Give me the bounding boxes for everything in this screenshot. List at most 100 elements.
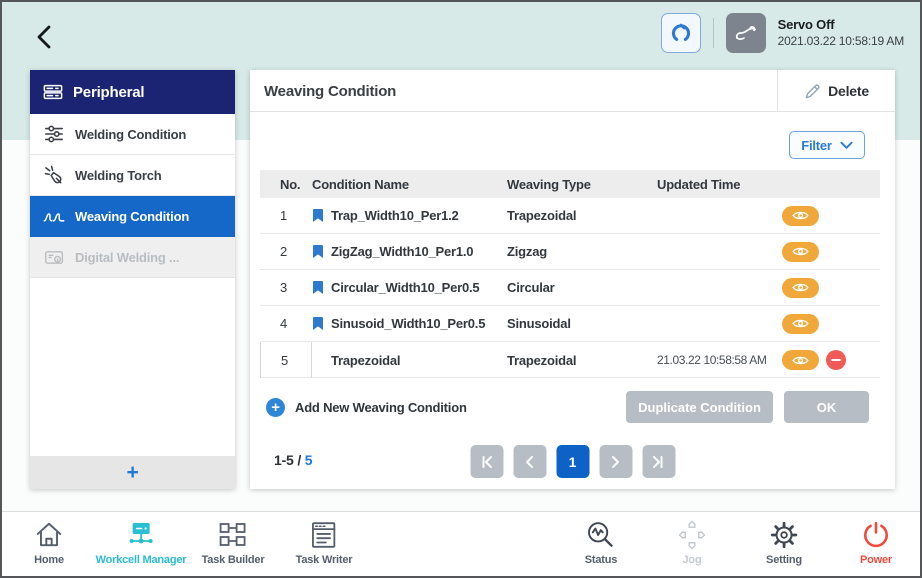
nav-label: Task Writer: [296, 554, 353, 566]
table-row[interactable]: 4 Sinusoid_Width10_Per0.5 Sinusoidal: [260, 306, 880, 342]
back-chevron-icon: [30, 22, 60, 52]
weaving-type: Trapezoidal: [507, 353, 657, 368]
condition-name-cell: Circular_Width10_Per0.5: [312, 280, 507, 295]
duplicate-condition-button[interactable]: Duplicate Condition: [626, 391, 773, 423]
task-writer-icon: [309, 520, 339, 550]
chevron-left-icon: [521, 453, 539, 471]
weaving-type: Sinusoidal: [507, 316, 657, 331]
eye-icon: [792, 246, 809, 257]
view-details-button[interactable]: [782, 314, 819, 334]
weaving-type: Trapezoidal: [507, 208, 657, 223]
column-header-condition-name: Condition Name: [312, 177, 507, 192]
condition-name: Trapezoidal: [331, 353, 400, 368]
bookmark-icon: [312, 280, 324, 295]
robot-status-chip[interactable]: [726, 13, 766, 53]
eye-icon: [792, 355, 809, 366]
page-1-button[interactable]: 1: [556, 445, 589, 478]
table-row[interactable]: 3 Circular_Width10_Per0.5 Circular: [260, 270, 880, 306]
page-title: Weaving Condition: [264, 70, 396, 112]
sidebar-add-button[interactable]: +: [30, 456, 235, 489]
nav-item-workcell-manager[interactable]: Workcell Manager: [96, 520, 187, 566]
torch-icon: [43, 165, 65, 186]
nav-item-jog: Jog: [676, 520, 708, 566]
table-row[interactable]: 1 Trap_Width10_Per1.2 Trapezoidal: [260, 198, 880, 234]
eye-icon: [792, 210, 809, 221]
nav-item-task-writer[interactable]: Task Writer: [296, 520, 353, 566]
column-header-no: No.: [260, 177, 312, 192]
sidebar-item-welding-condition[interactable]: Welding Condition: [30, 114, 235, 155]
servo-recovery-icon: [670, 22, 692, 44]
sidebar-item-welding-torch[interactable]: Welding Torch: [30, 155, 235, 196]
weaving-condition-table: No. Condition Name Weaving Type Updated …: [260, 170, 880, 378]
column-header-updated-time: Updated Time: [657, 177, 782, 192]
nav-label: Power: [860, 554, 892, 566]
view-details-button[interactable]: [782, 350, 819, 370]
nav-item-task-builder[interactable]: Task Builder: [202, 520, 265, 566]
row-number: 5: [260, 342, 312, 378]
condition-name: Sinusoid_Width10_Per0.5: [331, 316, 485, 331]
plus-circle-icon: +: [266, 398, 285, 417]
ok-button[interactable]: OK: [784, 391, 869, 423]
view-details-button[interactable]: [782, 278, 819, 298]
sidebar-item-weaving-condition[interactable]: Weaving Condition: [30, 196, 235, 237]
nav-item-power[interactable]: Power: [860, 520, 892, 566]
condition-name-cell: Sinusoid_Width10_Per0.5: [312, 316, 507, 331]
add-new-weaving-condition-button[interactable]: + Add New Weaving Condition: [266, 398, 467, 417]
delete-button[interactable]: Delete: [777, 70, 895, 112]
welder-machine-icon: [43, 248, 65, 267]
top-right-cluster: Servo Off 2021.03.22 10:58:19 AM: [661, 13, 904, 53]
filter-label: Filter: [801, 138, 832, 153]
row-number: 3: [260, 280, 312, 295]
plus-icon: +: [126, 461, 138, 485]
first-page-button[interactable]: [470, 445, 503, 478]
row-number: 4: [260, 316, 312, 331]
sidebar-item-label: Welding Condition: [75, 127, 186, 142]
header-divider: [713, 18, 714, 48]
sidebar-title: Peripheral: [73, 84, 144, 101]
pagination-total: 5: [305, 452, 313, 468]
nav-item-setting[interactable]: Setting: [766, 520, 802, 566]
view-details-button[interactable]: [782, 242, 819, 262]
condition-name-cell: Trap_Width10_Per1.2: [312, 208, 507, 223]
back-button[interactable]: [30, 22, 60, 52]
power-icon: [861, 520, 891, 550]
sidebar-item-digital-welding: Digital Welding ...: [30, 237, 235, 278]
weaving-type: Circular: [507, 280, 657, 295]
table-header-row: No. Condition Name Weaving Type Updated …: [260, 170, 880, 198]
condition-name: Trap_Width10_Per1.2: [331, 208, 459, 223]
view-details-button[interactable]: [782, 206, 819, 226]
servo-status-text: Servo Off: [778, 17, 904, 33]
table-row[interactable]: 2 ZigZag_Width10_Per1.0 Zigzag: [260, 234, 880, 270]
eye-icon: [792, 318, 809, 329]
first-page-icon: [478, 453, 496, 471]
jog-dpad-icon: [676, 520, 708, 550]
table-row-editing[interactable]: 5 Trapezoidal Trapezoidal 21.03.22 10:58…: [260, 342, 880, 378]
sliders-icon: [43, 124, 65, 144]
nav-label: Status: [585, 554, 617, 566]
delete-label: Delete: [828, 83, 869, 99]
row-number: 1: [260, 208, 312, 223]
sidebar-item-label: Digital Welding ...: [75, 250, 179, 265]
bookmark-icon: [312, 244, 324, 259]
servo-timestamp: 2021.03.22 10:58:19 AM: [778, 34, 904, 49]
add-new-section: + Add New Weaving Condition Duplicate Co…: [250, 379, 895, 435]
condition-name: ZigZag_Width10_Per1.0: [331, 244, 473, 259]
servo-recovery-button[interactable]: [661, 13, 701, 53]
row-number: 2: [260, 244, 312, 259]
last-page-button[interactable]: [642, 445, 675, 478]
filter-button[interactable]: Filter: [789, 131, 865, 159]
nav-label: Jog: [683, 554, 702, 566]
peripheral-sidebar: Peripheral Welding Condition: [30, 70, 235, 489]
nav-item-status[interactable]: Status: [585, 520, 617, 566]
column-header-weaving-type: Weaving Type: [507, 177, 657, 192]
peripheral-icon: [43, 83, 63, 101]
remove-row-button[interactable]: [826, 350, 846, 370]
panel-header: Weaving Condition Delete: [250, 70, 895, 112]
nav-item-home[interactable]: Home: [34, 520, 64, 566]
next-page-button[interactable]: [599, 445, 632, 478]
eye-icon: [792, 282, 809, 293]
nav-label: Setting: [766, 554, 802, 566]
prev-page-button[interactable]: [513, 445, 546, 478]
status-magnifier-icon: [586, 520, 616, 550]
bookmark-icon: [312, 208, 324, 223]
